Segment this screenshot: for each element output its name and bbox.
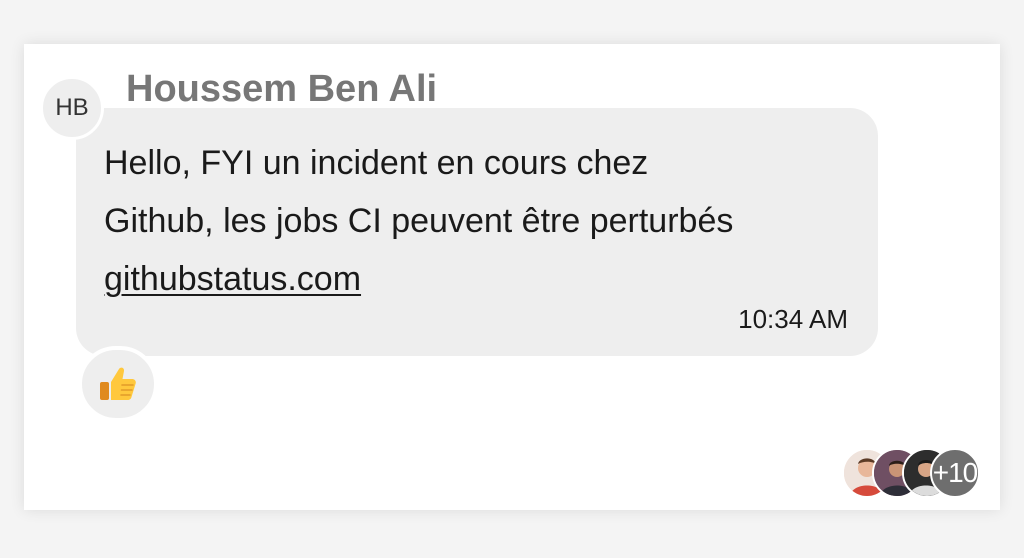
message-line: Hello, FYI un incident en cours chez [104, 144, 649, 182]
message-line: Github, les jobs CI peuvent être perturb… [104, 202, 734, 240]
message-text: Hello, FYI un incident en cours chez Git… [104, 134, 864, 308]
sender-name[interactable]: Houssem Ben Ali [126, 68, 437, 111]
sender-avatar[interactable]: HB [40, 76, 104, 140]
more-readers-badge[interactable]: +10 [930, 448, 980, 498]
reaction-button[interactable] [78, 346, 158, 422]
message-timestamp: 10:34 AM [738, 304, 848, 334]
avatar-initials: HB [55, 94, 89, 121]
thumbs-up-icon [100, 367, 136, 400]
message-link[interactable]: githubstatus.com [104, 260, 361, 298]
